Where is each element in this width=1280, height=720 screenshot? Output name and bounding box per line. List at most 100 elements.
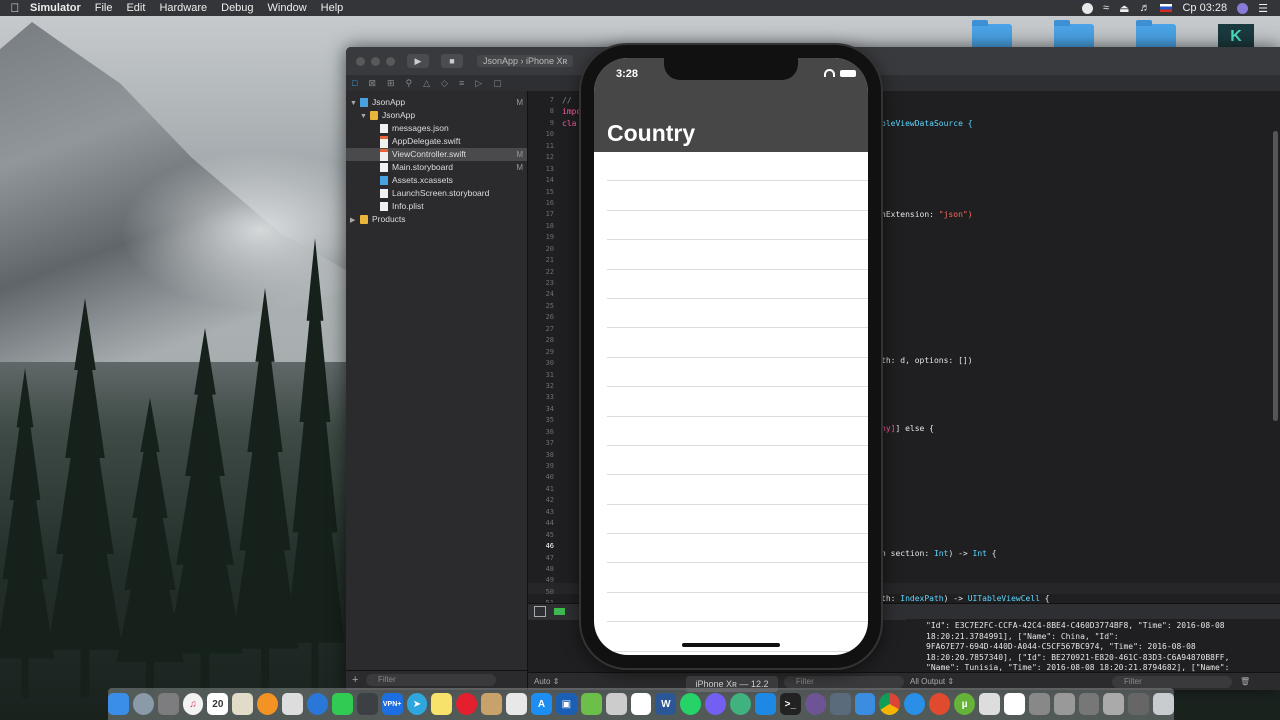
app-icon[interactable]: ▣ (555, 693, 577, 715)
xcode-icon[interactable] (755, 693, 776, 715)
utorrent-icon[interactable]: µ (954, 693, 976, 715)
find-navigator-icon[interactable]: ⚲ (406, 78, 413, 89)
document-icon[interactable] (1003, 693, 1025, 715)
whatsapp-icon[interactable] (680, 693, 702, 715)
run-button[interactable]: ▶ (407, 54, 429, 68)
symbol-navigator-icon[interactable]: ⊞ (387, 78, 395, 89)
navigator-row[interactable]: Assets.xcassets (346, 174, 527, 187)
table-cell[interactable] (607, 622, 868, 652)
firefox-icon[interactable] (257, 693, 279, 715)
menu-clock[interactable]: Ср 03:28 (1182, 2, 1227, 14)
app-icon[interactable] (356, 693, 378, 715)
finder-icon[interactable] (107, 693, 129, 715)
navigator-row[interactable]: Info.plist (346, 200, 527, 213)
issue-navigator-icon[interactable]: △ (423, 78, 430, 89)
debug-navigator-icon[interactable]: ≡ (459, 78, 464, 88)
table-cell[interactable] (607, 534, 868, 564)
messages-icon[interactable] (331, 693, 353, 715)
menu-edit[interactable]: Edit (126, 2, 145, 14)
menu-debug[interactable]: Debug (221, 2, 253, 14)
disclosure-triangle-icon[interactable]: ▶ (350, 214, 360, 227)
window-thumbnail-icon[interactable] (1028, 693, 1050, 715)
table-cell[interactable] (607, 475, 868, 505)
menu-app-name[interactable]: Simulator (30, 2, 81, 14)
menu-hardware[interactable]: Hardware (159, 2, 207, 14)
wifi-icon[interactable]: ≈ (1103, 2, 1109, 14)
variables-filter-input[interactable]: Filter (784, 676, 904, 688)
notification-center-icon[interactable]: ☰ (1258, 2, 1268, 15)
eject-icon[interactable]: ⏏ (1119, 2, 1129, 15)
navigator-row[interactable]: messages.json (346, 122, 527, 135)
hide-debug-area-icon[interactable] (534, 606, 546, 617)
stop-button[interactable]: ■ (441, 54, 463, 68)
home-indicator[interactable] (682, 643, 780, 647)
table-cell[interactable] (607, 299, 868, 329)
trash-icon[interactable] (1153, 693, 1175, 715)
siri-icon[interactable] (1237, 2, 1249, 14)
browser-icon[interactable] (306, 693, 328, 715)
app-store-icon[interactable]: A (531, 693, 552, 715)
music-icon[interactable]: ♫ (182, 693, 204, 715)
debug-console[interactable]: "Id": E3C7E2FC-CCFA-42C4-8BE4-C460D3774B… (906, 619, 1280, 673)
window-zoom-button[interactable] (386, 56, 395, 66)
apple-menu-icon[interactable]:  (0, 1, 30, 15)
window-thumbnail-icon[interactable] (1053, 693, 1075, 715)
add-file-icon[interactable]: + (352, 674, 358, 686)
window-close-button[interactable] (356, 56, 365, 66)
project-navigator-icon[interactable]: □ (352, 78, 357, 88)
app-icon[interactable] (730, 693, 752, 715)
window-thumbnail-icon[interactable] (1103, 693, 1125, 715)
table-cell[interactable] (607, 358, 868, 388)
table-cell[interactable] (607, 240, 868, 270)
scheme-selector[interactable]: JsonApp › iPhone Xʀ (477, 55, 574, 67)
editor-scrollbar[interactable] (1273, 131, 1278, 421)
chrome-icon[interactable] (879, 693, 901, 715)
navigator-filter-input[interactable]: Filter (366, 674, 496, 686)
window-thumbnail-icon[interactable] (1128, 693, 1150, 715)
variables-scope-selector[interactable]: Auto ⇕ (534, 677, 559, 686)
source-control-navigator-icon[interactable]: ⊠ (368, 78, 376, 89)
safari-icon[interactable] (904, 693, 926, 715)
navigator-row[interactable]: ▼ JsonApp M (346, 96, 527, 109)
app-icon[interactable] (506, 693, 527, 715)
app-icon[interactable] (580, 693, 602, 715)
menu-window[interactable]: Window (268, 2, 307, 14)
calendar-icon[interactable]: 20 (207, 693, 229, 715)
console-filter-input[interactable]: Filter (1112, 676, 1232, 688)
test-navigator-icon[interactable]: ◇ (441, 78, 448, 89)
table-cell[interactable] (607, 505, 868, 535)
breakpoint-navigator-icon[interactable]: ▷ (475, 78, 482, 89)
trash-icon[interactable]: 🗑 (1240, 677, 1250, 686)
launchpad-icon[interactable] (132, 693, 154, 715)
navigator-row[interactable]: ViewController.swift M (346, 148, 527, 161)
input-source-flag-icon[interactable] (1160, 4, 1173, 12)
telegram-icon[interactable]: ➤ (406, 693, 428, 715)
photos-app-icon[interactable] (630, 693, 652, 715)
github-icon[interactable] (804, 693, 826, 715)
table-cell[interactable] (607, 593, 868, 623)
table-cell[interactable] (607, 211, 868, 241)
table-cell[interactable] (607, 563, 868, 593)
terminal-icon[interactable]: >_ (779, 693, 801, 715)
table-view[interactable] (594, 152, 868, 652)
navigator-row[interactable]: Main.storyboard M (346, 161, 527, 174)
table-cell[interactable] (607, 328, 868, 358)
app-icon[interactable] (481, 693, 503, 715)
navigator-row[interactable]: LaunchScreen.storyboard (346, 187, 527, 200)
volume-icon[interactable]: ♬ (1139, 2, 1150, 14)
navigator-row[interactable]: ▼ JsonApp (346, 109, 527, 122)
table-cell[interactable] (607, 270, 868, 299)
app-icon[interactable] (854, 693, 876, 715)
simulator-icon[interactable] (829, 693, 851, 715)
vpn-icon[interactable]: VPN+ (381, 693, 403, 715)
table-cell[interactable] (607, 152, 868, 182)
table-cell[interactable] (607, 417, 868, 446)
photos-icon[interactable] (282, 693, 303, 715)
app-icon[interactable] (605, 693, 627, 715)
navigator-row[interactable]: ▶ Products (346, 213, 527, 226)
menu-help[interactable]: Help (321, 2, 344, 14)
table-cell[interactable] (607, 387, 868, 417)
notes-icon[interactable] (232, 693, 254, 715)
status-app-icon[interactable] (1082, 2, 1094, 14)
window-thumbnail-icon[interactable] (1078, 693, 1100, 715)
